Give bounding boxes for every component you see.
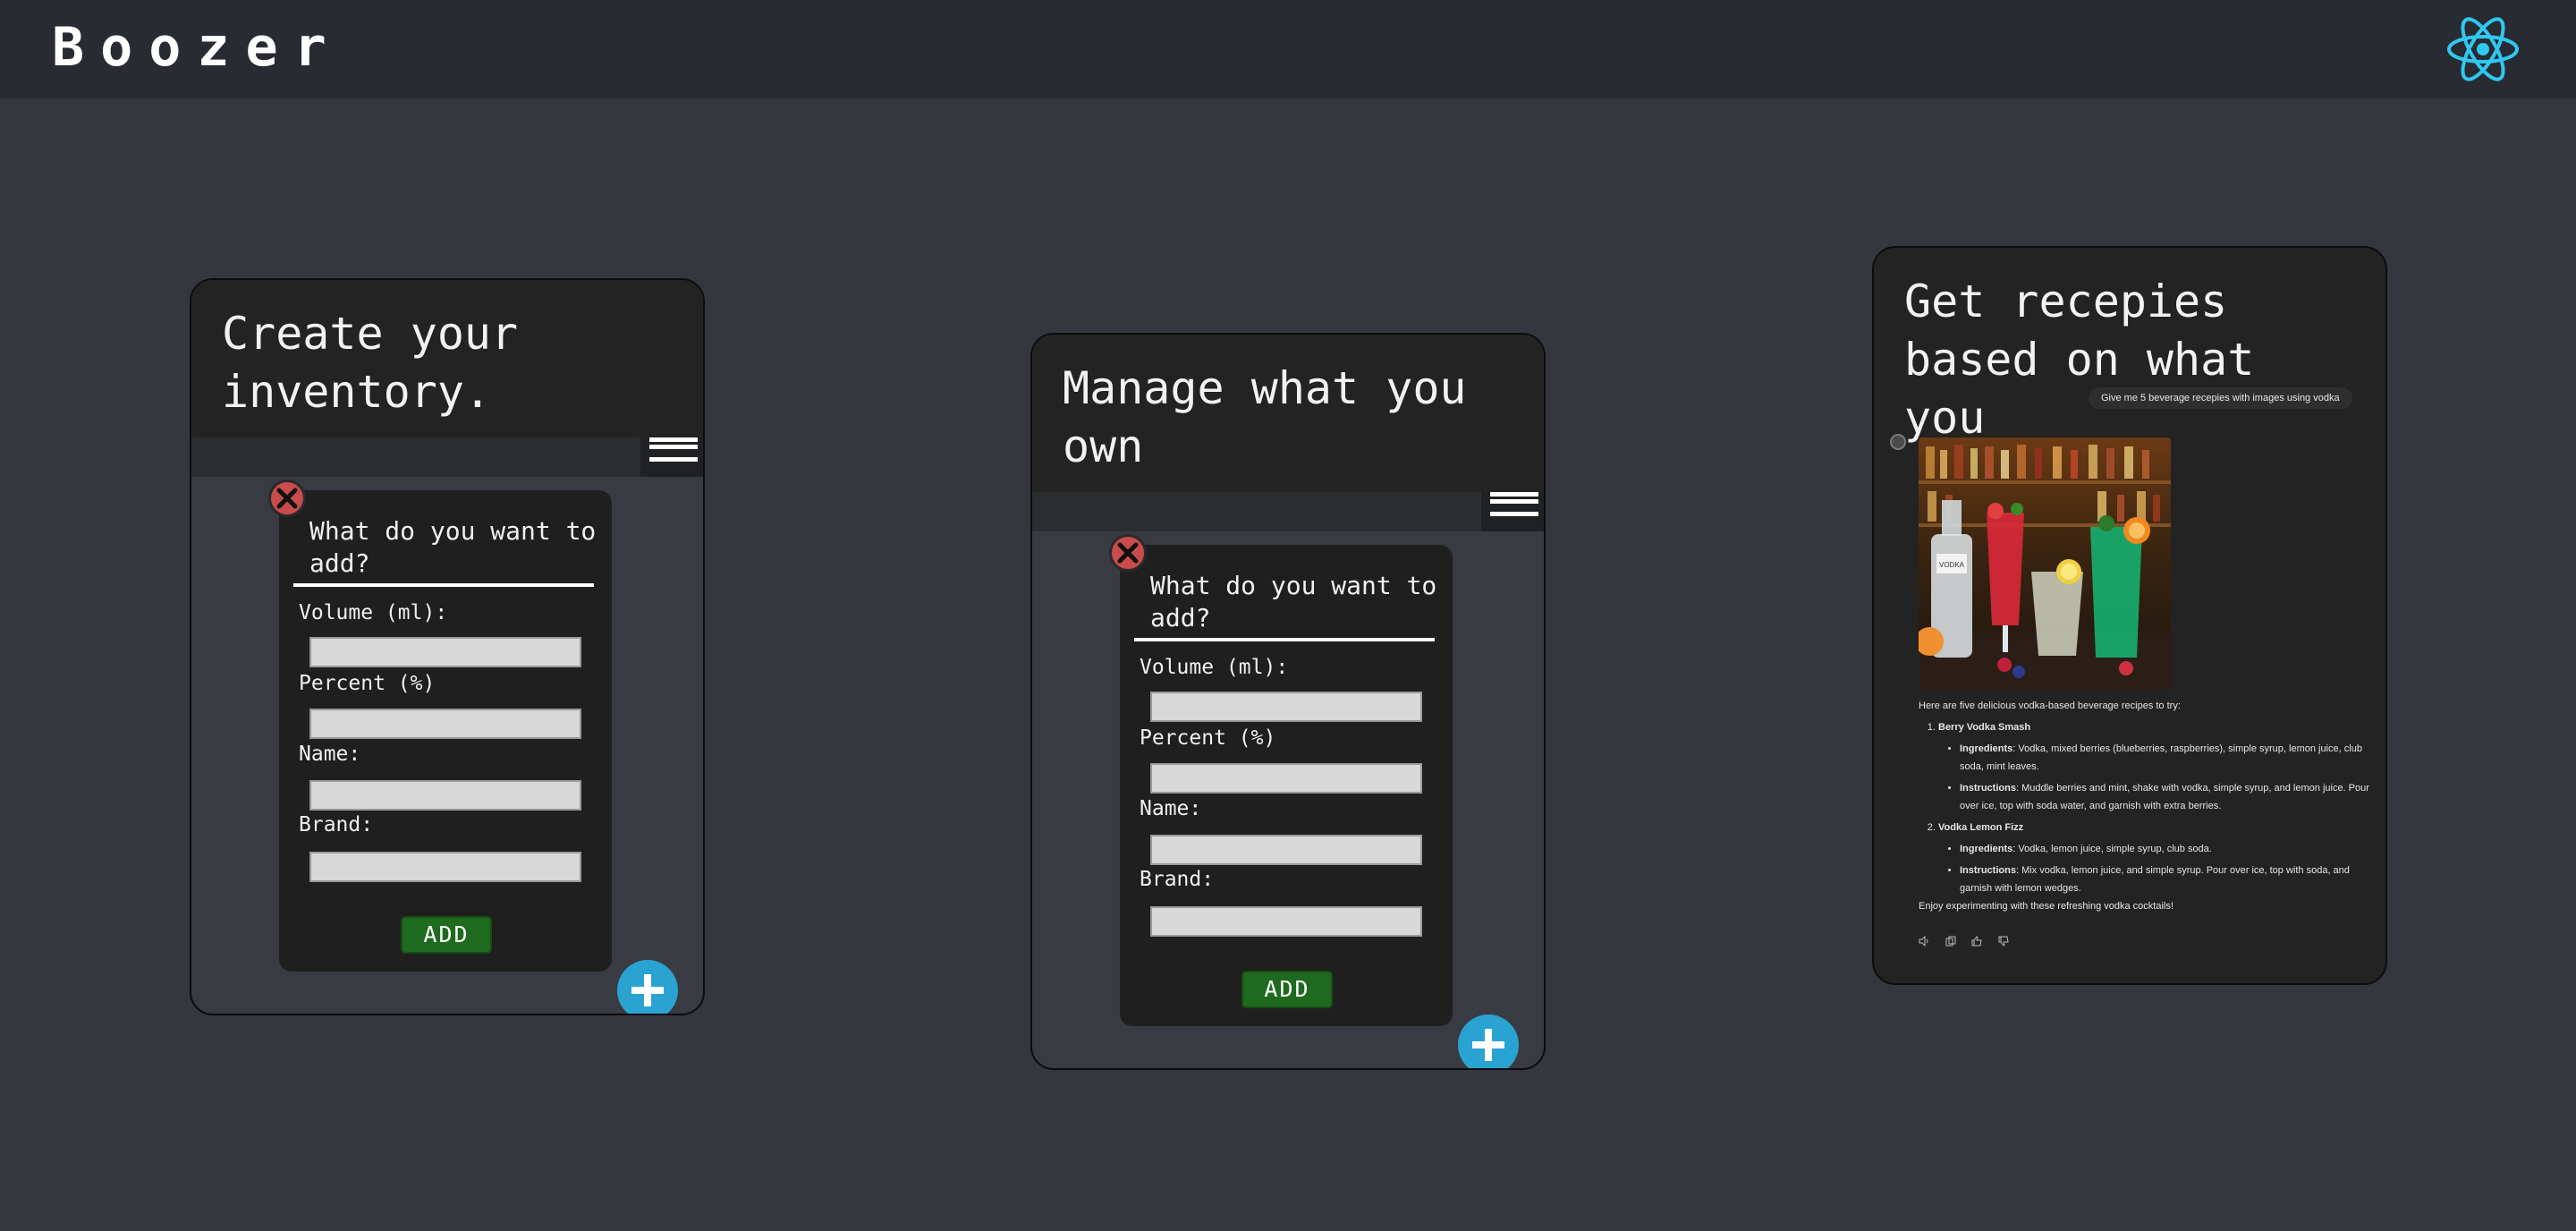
volume-label: Volume (ml): [299, 601, 448, 624]
hamburger-menu-icon[interactable] [640, 437, 703, 477]
add-button[interactable]: ADD [401, 916, 492, 954]
brand-label: Brand: [299, 813, 374, 836]
card-title: Get recepies based on what you [1904, 276, 2255, 444]
copy-icon[interactable] [1945, 933, 1956, 950]
assistant-avatar [1890, 434, 1906, 450]
volume-input[interactable] [309, 637, 581, 667]
hamburger-menu-icon[interactable] [1481, 492, 1544, 531]
add-item-form: What do you want to add? Volume (ml): Pe… [268, 480, 612, 972]
chat-intro: Here are five delicious vodka-based beve… [1919, 700, 2181, 711]
assistant-message: Here are five delicious vodka-based beve… [1919, 697, 2369, 915]
recipe-instructions: Instructions: Muddle berries and mint, s… [1960, 779, 2369, 815]
brand-input[interactable] [309, 852, 581, 882]
card-title: Create your inventory. [222, 308, 519, 418]
manage-card: Manage what you own What do you want to … [1030, 333, 1546, 1070]
divider [293, 583, 594, 587]
percent-input[interactable] [1150, 763, 1422, 794]
volume-label: Volume (ml): [1140, 656, 1289, 679]
ingredients-text: : Vodka, mixed berries (blueberries, ras… [1960, 743, 2362, 772]
card-subbar [191, 437, 703, 477]
thumbs-up-icon[interactable] [1971, 933, 1982, 950]
chat-outro: Enjoy experimenting with these refreshin… [1919, 901, 2174, 912]
recipe-item: Berry Vodka Smash Ingredients: Vodka, mi… [1938, 718, 2369, 815]
brand-input[interactable] [1150, 906, 1422, 937]
ingredients-label: Ingredients [1960, 743, 2013, 754]
instructions-label: Instructions [1960, 865, 2016, 876]
thumbs-down-icon[interactable] [1998, 933, 2009, 950]
ingredients-label: Ingredients [1960, 844, 2013, 854]
form-question: What do you want to add? [1150, 571, 1437, 632]
message-actions [1919, 933, 2016, 950]
recipe-item: Vodka Lemon Fizz Ingredients: Vodka, lem… [1938, 819, 2369, 897]
user-prompt-bubble: Give me 5 beverage recepies with images … [2089, 387, 2352, 409]
recipe-ingredients: Ingredients: Vodka, lemon juice, simple … [1960, 840, 2369, 858]
form-question: What do you want to add? [309, 516, 597, 578]
recipe-name: Vodka Lemon Fizz [1938, 822, 2024, 833]
recipe-list: Berry Vodka Smash Ingredients: Vodka, mi… [1938, 718, 2369, 897]
speaker-icon[interactable] [1919, 933, 1929, 950]
card-header: Get recepies based on what you [1874, 248, 2385, 444]
card-header: Create your inventory. [191, 280, 703, 477]
card-subbar [1032, 492, 1544, 531]
inventory-card: Create your inventory. What do you want … [190, 278, 705, 1015]
add-item-form: What do you want to add? Volume (ml): Pe… [1109, 534, 1453, 1026]
instructions-text: : Mix vodka, lemon juice, and simple syr… [1960, 865, 2350, 894]
recipe-instructions: Instructions: Mix vodka, lemon juice, an… [1960, 862, 2369, 897]
close-icon[interactable] [1109, 534, 1147, 572]
brand-label: Brand: [1140, 868, 1215, 891]
instructions-label: Instructions [1960, 783, 2016, 794]
plus-icon[interactable] [1458, 1015, 1519, 1068]
plus-icon[interactable] [617, 960, 678, 1014]
close-icon[interactable] [268, 480, 306, 517]
name-input[interactable] [1150, 835, 1422, 865]
ingredients-text: : Vodka, lemon juice, simple syrup, club… [2012, 844, 2212, 854]
react-logo-icon[interactable] [2446, 14, 2520, 84]
recipes-card: Get recepies based on what you Give me 5… [1872, 246, 2387, 985]
app-title: Boozer [52, 16, 343, 79]
svg-text:VODKA: VODKA [1939, 561, 1965, 569]
name-input[interactable] [309, 780, 581, 811]
recipe-name: Berry Vodka Smash [1938, 722, 2031, 733]
top-bar: Boozer [0, 0, 2576, 98]
add-button[interactable]: ADD [1241, 971, 1333, 1008]
volume-input[interactable] [1150, 692, 1422, 722]
cocktail-image: VODKA [1919, 437, 2171, 690]
card-header: Manage what you own [1032, 335, 1544, 531]
recipe-ingredients: Ingredients: Vodka, mixed berries (blueb… [1960, 740, 2369, 776]
card-title: Manage what you own [1063, 362, 1467, 472]
percent-label: Percent (%) [1140, 726, 1276, 750]
divider [1134, 638, 1435, 641]
percent-input[interactable] [309, 709, 581, 739]
percent-label: Percent (%) [299, 672, 436, 695]
name-label: Name: [1140, 797, 1202, 820]
name-label: Name: [299, 743, 361, 766]
instructions-text: : Muddle berries and mint, shake with vo… [1960, 783, 2369, 811]
